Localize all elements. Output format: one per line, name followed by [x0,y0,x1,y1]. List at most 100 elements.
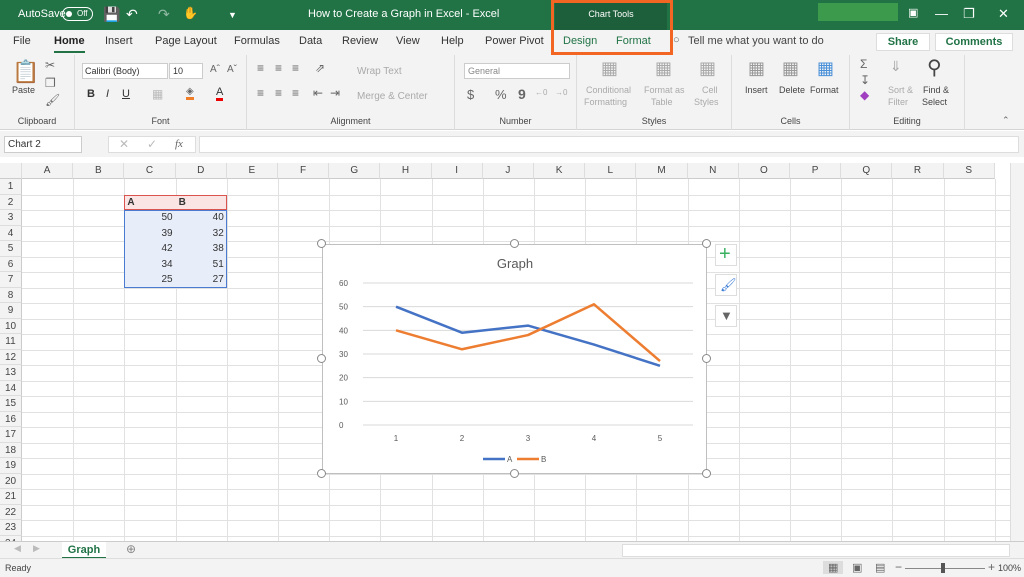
page-break-view-icon[interactable]: ▤ [875,561,885,574]
format-as-table-label1[interactable]: Format as [644,85,685,95]
cell-styles-icon[interactable]: ▦ [699,58,716,79]
delete-button[interactable]: Delete [779,85,805,95]
delete-cells-icon[interactable]: ▦ [782,58,799,79]
align-left-icon[interactable]: ≡ [257,86,264,100]
currency-button[interactable]: $ [467,87,474,102]
save-icon[interactable]: 💾 [103,6,120,23]
resize-handle[interactable] [702,469,711,478]
formula-input[interactable] [199,136,1019,153]
name-box[interactable]: Chart 2 [4,136,82,153]
copy-icon[interactable]: ❐ [45,76,56,90]
decrease-font-icon[interactable]: Aˇ [227,64,237,75]
wrap-text-button[interactable]: Wrap Text [357,66,402,77]
sort-filter-icon[interactable]: ⇓ [890,58,902,75]
table-header-cell[interactable]: A [124,195,175,210]
table-cell[interactable]: 34 [124,257,175,272]
autosum-icon[interactable]: Σ [860,57,867,71]
customize-qat-icon[interactable]: ▼ [228,10,237,20]
row-header-3[interactable]: 3 [0,210,22,226]
row-header-13[interactable]: 13 [0,365,22,381]
find-select-label2[interactable]: Select [922,97,947,107]
table-cell[interactable]: 25 [124,272,175,287]
format-button[interactable]: Format [810,85,839,95]
minimize-icon[interactable]: — [935,6,948,21]
table-header-cell[interactable]: B [176,195,227,210]
tab-help[interactable]: Help [441,35,464,47]
table-cell[interactable]: 38 [176,241,227,256]
table-cell[interactable]: 50 [124,210,175,225]
insert-cells-icon[interactable]: ▦ [748,58,765,79]
chart-elements-button[interactable]: + [715,243,737,266]
table-cell[interactable]: 40 [176,210,227,225]
number-format-select[interactable]: General [464,63,570,79]
column-header-l[interactable]: L [585,163,637,179]
column-header-m[interactable]: M [636,163,688,179]
resize-handle[interactable] [317,354,326,363]
decrease-indent-icon[interactable]: ⇤ [313,86,323,100]
align-center-icon[interactable]: ≡ [275,86,282,100]
tab-formulas[interactable]: Formulas [234,35,280,47]
column-header-g[interactable]: G [329,163,381,179]
chart-styles-button[interactable]: 🖌 [715,274,737,296]
comments-button[interactable]: Comments [935,33,1013,51]
tab-data[interactable]: Data [299,35,322,47]
zoom-slider-thumb[interactable] [941,563,945,573]
cell-styles-label1[interactable]: Cell [702,85,718,95]
paste-icon[interactable]: 📋 [12,59,39,85]
tell-me-input[interactable]: Tell me what you want to do [688,35,824,47]
bold-button[interactable]: B [87,88,95,100]
format-as-table-icon[interactable]: ▦ [655,58,672,79]
autosave-toggle[interactable]: Off [62,7,93,21]
column-header-b[interactable]: B [73,163,125,179]
row-header-9[interactable]: 9 [0,303,22,319]
orientation-icon[interactable]: ⇗ [315,61,325,75]
top-align-icon[interactable]: ≡ [257,61,264,75]
resize-handle[interactable] [317,469,326,478]
sort-filter-label2[interactable]: Filter [888,97,908,107]
restore-icon[interactable]: ❐ [963,6,975,22]
table-cell[interactable]: 42 [124,241,175,256]
column-header-a[interactable]: A [22,163,74,179]
tab-design[interactable]: Design [563,35,597,47]
cut-icon[interactable]: ✂ [45,58,55,72]
row-header-17[interactable]: 17 [0,427,22,443]
insert-function-button[interactable]: fx [175,138,183,150]
resize-handle[interactable] [317,239,326,248]
row-header-11[interactable]: 11 [0,334,22,350]
tab-page-layout[interactable]: Page Layout [155,35,217,47]
column-header-q[interactable]: Q [841,163,893,179]
conditional-formatting-label2[interactable]: Formatting [584,97,627,107]
tab-file[interactable]: File [13,35,31,47]
cancel-icon[interactable]: ✕ [119,137,129,151]
tab-format[interactable]: Format [616,35,651,47]
row-header-4[interactable]: 4 [0,225,22,241]
table-cell[interactable]: 39 [124,226,175,241]
horizontal-scrollbar[interactable] [622,544,1010,557]
column-header-s[interactable]: S [943,163,995,179]
font-family-select[interactable]: Calibri (Body) [82,63,168,79]
table-cell[interactable]: 32 [176,226,227,241]
fill-color-icon[interactable]: ◈ [186,86,194,100]
row-header-16[interactable]: 16 [0,411,22,427]
zoom-level[interactable]: 100% [998,563,1021,573]
tab-insert[interactable]: Insert [105,35,133,47]
row-header-19[interactable]: 19 [0,458,22,474]
row-header-7[interactable]: 7 [0,272,22,288]
close-icon[interactable]: ✕ [998,6,1009,22]
row-header-20[interactable]: 20 [0,473,22,489]
resize-handle[interactable] [509,239,519,248]
normal-view-icon[interactable]: ▦ [823,561,844,574]
undo-icon[interactable]: ↶ [126,6,138,23]
paste-button[interactable]: Paste [12,85,35,95]
column-header-h[interactable]: H [380,163,432,179]
column-header-r[interactable]: R [892,163,944,179]
redo-icon[interactable]: ↷ [158,6,170,23]
bottom-align-icon[interactable]: ≡ [292,61,299,75]
format-cells-icon[interactable]: ▦ [817,58,834,79]
account-area[interactable] [818,3,898,21]
clear-icon[interactable]: ◆ [860,88,869,102]
find-select-label1[interactable]: Find & [923,85,949,95]
resize-handle[interactable] [509,469,519,478]
row-header-2[interactable]: 2 [0,194,22,210]
vertical-scrollbar[interactable] [1010,163,1024,541]
